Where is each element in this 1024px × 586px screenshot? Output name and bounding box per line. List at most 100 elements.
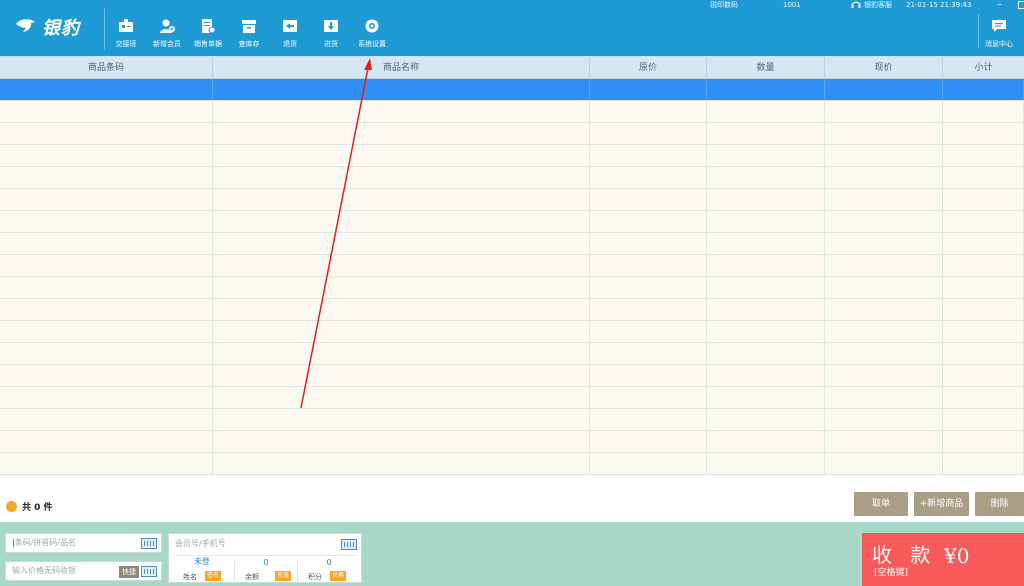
table-cell <box>707 233 825 254</box>
member-points-label: 积分 <box>308 573 322 581</box>
terminal-number: 1001 <box>783 1 801 9</box>
table-cell <box>707 101 825 122</box>
member-search-placeholder[interactable]: 会员号/手机号 <box>175 538 226 549</box>
message-center-button[interactable]: 消息中心 <box>977 18 1021 52</box>
table-row[interactable] <box>0 453 1024 475</box>
barcode-search-input[interactable]: |条码/拼音码/品名 <box>5 533 162 553</box>
table-cell <box>943 101 1024 122</box>
quick-entry-button[interactable]: 快捷 <box>119 566 139 578</box>
table-row[interactable] <box>0 123 1024 145</box>
table-cell <box>707 211 825 232</box>
delete-button[interactable]: 删除 <box>975 492 1024 516</box>
top-bar: 银豹 交接班 新增会员 销售单据 查库存 退货 进货 系统设置 锐印数码 100… <box>0 0 1024 56</box>
table-row[interactable] <box>0 255 1024 277</box>
table-cell <box>590 123 707 144</box>
table-header: 商品条码 商品名称 原价 数量 现价 小计 <box>0 57 1024 79</box>
table-cell <box>0 365 213 386</box>
redeem-button[interactable]: 兑换 <box>330 571 347 581</box>
sign-in-button[interactable]: 签名 <box>205 571 222 581</box>
message-icon <box>992 20 1006 32</box>
table-cell <box>943 189 1024 210</box>
table-row[interactable] <box>0 387 1024 409</box>
table-cell <box>590 431 707 452</box>
table-cell <box>707 409 825 430</box>
app-name: 银豹 <box>42 18 80 39</box>
table-row[interactable] <box>0 167 1024 189</box>
add-product-button[interactable]: +新增商品 <box>914 492 969 516</box>
leopard-logo-icon <box>16 19 35 32</box>
minimize-icon[interactable]: – <box>997 0 1002 10</box>
table-cell <box>825 79 943 100</box>
table-cell <box>825 167 943 188</box>
table-row[interactable] <box>0 101 1024 123</box>
table-row[interactable] <box>0 431 1024 453</box>
member-name-value: 未登 <box>194 557 210 566</box>
table-cell <box>825 101 943 122</box>
table-cell <box>213 255 590 276</box>
table-cell <box>0 453 213 474</box>
column-header-original-price[interactable]: 原价 <box>590 57 707 79</box>
checkout-button[interactable]: 收 款 [空格键] ¥0 <box>862 533 1024 586</box>
table-row[interactable] <box>0 409 1024 431</box>
keyboard-icon[interactable] <box>141 566 157 577</box>
restore-icon[interactable] <box>1018 1 1024 9</box>
recharge-button[interactable]: 充值 <box>275 571 292 581</box>
table-cell <box>0 79 213 100</box>
table-cell <box>0 409 213 430</box>
table-cell <box>707 453 825 474</box>
toolbar-receive-goods[interactable]: 进货 <box>309 18 353 52</box>
headset-icon <box>851 1 861 8</box>
column-header-name[interactable]: 商品名称 <box>213 57 590 79</box>
add-member-icon <box>160 19 175 33</box>
toolbar-label: 系统设置 <box>358 40 386 48</box>
table-cell <box>707 189 825 210</box>
table-cell <box>943 431 1024 452</box>
toolbar-sales-receipt[interactable]: 销售单据 <box>186 18 230 52</box>
table-row[interactable] <box>0 299 1024 321</box>
column-header-barcode[interactable]: 商品条码 <box>0 57 213 79</box>
table-cell <box>943 343 1024 364</box>
table-cell <box>943 321 1024 342</box>
retrieve-order-button[interactable]: 取单 <box>854 492 908 516</box>
item-count: 共 0 件 <box>22 503 53 513</box>
table-cell <box>0 123 213 144</box>
table-row[interactable] <box>0 79 1024 101</box>
member-balance-label: 余额 <box>245 573 259 581</box>
table-cell <box>943 277 1024 298</box>
toolbar-add-member[interactable]: 新增会员 <box>145 18 189 52</box>
table-row[interactable] <box>0 343 1024 365</box>
table-cell <box>213 387 590 408</box>
table-cell <box>707 321 825 342</box>
toolbar-return-goods[interactable]: 退货 <box>268 18 312 52</box>
column-header-quantity[interactable]: 数量 <box>707 57 825 79</box>
column-header-subtotal[interactable]: 小计 <box>943 57 1024 79</box>
table-row[interactable] <box>0 211 1024 233</box>
table-row[interactable] <box>0 189 1024 211</box>
table-cell <box>825 431 943 452</box>
table-cell <box>213 431 590 452</box>
toolbar-settings[interactable]: 系统设置 <box>350 18 394 52</box>
keyboard-icon[interactable] <box>141 538 157 549</box>
member-panel: 会员号/手机号 未登 姓名 签名 0 余额 充值 0 积分 兑换 <box>168 533 362 583</box>
table-cell <box>0 101 213 122</box>
column-header-current-price[interactable]: 现价 <box>825 57 943 79</box>
support-link[interactable]: 银豹客服 <box>864 0 892 12</box>
table-cell <box>943 211 1024 232</box>
table-cell <box>590 167 707 188</box>
settings-icon <box>365 19 379 33</box>
table-row[interactable] <box>0 365 1024 387</box>
toolbar-shift-handover[interactable]: 交接班 <box>104 18 148 52</box>
table-cell <box>825 189 943 210</box>
keyboard-icon[interactable] <box>341 539 357 550</box>
table-row[interactable] <box>0 233 1024 255</box>
table-cell <box>590 387 707 408</box>
table-cell <box>825 277 943 298</box>
table-cell <box>707 255 825 276</box>
table-cell <box>707 299 825 320</box>
table-row[interactable] <box>0 145 1024 167</box>
table-row[interactable] <box>0 277 1024 299</box>
table-cell <box>213 79 590 100</box>
table-cell <box>590 343 707 364</box>
table-row[interactable] <box>0 321 1024 343</box>
toolbar-inventory[interactable]: 查库存 <box>227 18 271 52</box>
